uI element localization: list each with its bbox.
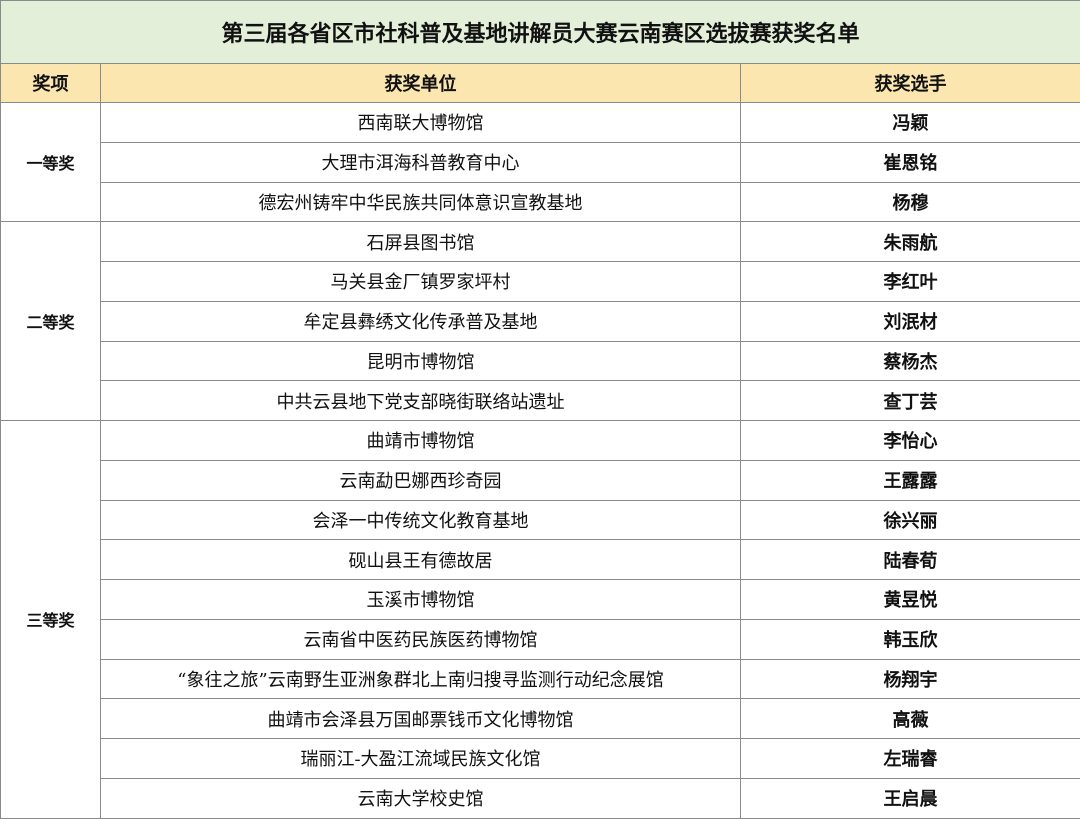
award-person-cell: 杨翔宇	[741, 659, 1080, 699]
award-unit-cell: 马关县金厂镇罗家坪村	[101, 262, 741, 302]
award-unit-cell: 曲靖市博物馆	[101, 421, 741, 461]
table-row: 云南勐巴娜西珍奇园王露露	[1, 460, 1080, 500]
award-person-cell: 冯颖	[741, 103, 1080, 143]
table-row: 瑞丽江-大盈江流域民族文化馆左瑞睿	[1, 739, 1080, 779]
award-unit-cell: “象往之旅”云南野生亚洲象群北上南归搜寻监测行动纪念展馆	[101, 659, 741, 699]
award-person-cell: 王露露	[741, 460, 1080, 500]
award-person-cell: 高薇	[741, 699, 1080, 739]
award-person-cell: 杨穆	[741, 182, 1080, 222]
award-unit-cell: 德宏州铸牢中华民族共同体意识宣教基地	[101, 182, 741, 222]
award-person-cell: 蔡杨杰	[741, 341, 1080, 381]
award-level-cell: 一等奖	[1, 103, 101, 222]
award-unit-cell: 云南大学校史馆	[101, 778, 741, 818]
award-level-cell: 二等奖	[1, 222, 101, 421]
table-row: 德宏州铸牢中华民族共同体意识宣教基地杨穆	[1, 182, 1080, 222]
table-row: 曲靖市会泽县万国邮票钱币文化博物馆高薇	[1, 699, 1080, 739]
award-table: 第三届各省区市社科普及基地讲解员大赛云南赛区选拔赛获奖名单 奖项 获奖单位 获奖…	[0, 0, 1080, 819]
award-unit-cell: 曲靖市会泽县万国邮票钱币文化博物馆	[101, 699, 741, 739]
table-row: 昆明市博物馆蔡杨杰	[1, 341, 1080, 381]
award-unit-cell: 中共云县地下党支部晓街联络站遗址	[101, 381, 741, 421]
award-unit-cell: 西南联大博物馆	[101, 103, 741, 143]
award-person-cell: 陆春荀	[741, 540, 1080, 580]
table-row: 中共云县地下党支部晓街联络站遗址查丁芸	[1, 381, 1080, 421]
award-person-cell: 刘泯材	[741, 301, 1080, 341]
award-person-cell: 李红叶	[741, 262, 1080, 302]
award-unit-cell: 玉溪市博物馆	[101, 580, 741, 620]
table-row: 云南大学校史馆王启晨	[1, 778, 1080, 818]
table-row: 云南省中医药民族医药博物馆韩玉欣	[1, 619, 1080, 659]
table-row: 一等奖西南联大博物馆冯颖	[1, 103, 1080, 143]
award-person-cell: 查丁芸	[741, 381, 1080, 421]
award-person-cell: 韩玉欣	[741, 619, 1080, 659]
table-row: 玉溪市博物馆黄昱悦	[1, 580, 1080, 620]
award-unit-cell: 云南勐巴娜西珍奇园	[101, 460, 741, 500]
award-person-cell: 徐兴丽	[741, 500, 1080, 540]
table-row: “象往之旅”云南野生亚洲象群北上南归搜寻监测行动纪念展馆杨翔宇	[1, 659, 1080, 699]
table-row: 二等奖石屏县图书馆朱雨航	[1, 222, 1080, 262]
award-person-cell: 朱雨航	[741, 222, 1080, 262]
award-person-cell: 左瑞睿	[741, 739, 1080, 779]
table-row: 会泽一中传统文化教育基地徐兴丽	[1, 500, 1080, 540]
award-unit-cell: 云南省中医药民族医药博物馆	[101, 619, 741, 659]
award-unit-cell: 昆明市博物馆	[101, 341, 741, 381]
header-unit: 获奖单位	[101, 64, 741, 103]
award-level-cell: 三等奖	[1, 421, 101, 819]
table-row: 马关县金厂镇罗家坪村李红叶	[1, 262, 1080, 302]
table-row: 牟定县彝绣文化传承普及基地刘泯材	[1, 301, 1080, 341]
award-person-cell: 崔恩铭	[741, 142, 1080, 182]
header-person: 获奖选手	[741, 64, 1080, 103]
award-unit-cell: 牟定县彝绣文化传承普及基地	[101, 301, 741, 341]
award-person-cell: 李怡心	[741, 421, 1080, 461]
header-row: 奖项 获奖单位 获奖选手	[1, 64, 1080, 103]
award-unit-cell: 会泽一中传统文化教育基地	[101, 500, 741, 540]
table-row: 大理市洱海科普教育中心崔恩铭	[1, 142, 1080, 182]
table-row: 砚山县王有德故居陆春荀	[1, 540, 1080, 580]
award-unit-cell: 石屏县图书馆	[101, 222, 741, 262]
award-unit-cell: 瑞丽江-大盈江流域民族文化馆	[101, 739, 741, 779]
table-body: 一等奖西南联大博物馆冯颖大理市洱海科普教育中心崔恩铭德宏州铸牢中华民族共同体意识…	[1, 103, 1080, 819]
award-unit-cell: 砚山县王有德故居	[101, 540, 741, 580]
header-award: 奖项	[1, 64, 101, 103]
award-unit-cell: 大理市洱海科普教育中心	[101, 142, 741, 182]
award-person-cell: 王启晨	[741, 778, 1080, 818]
award-person-cell: 黄昱悦	[741, 580, 1080, 620]
table-row: 三等奖曲靖市博物馆李怡心	[1, 421, 1080, 461]
table-title: 第三届各省区市社科普及基地讲解员大赛云南赛区选拔赛获奖名单	[1, 1, 1080, 64]
